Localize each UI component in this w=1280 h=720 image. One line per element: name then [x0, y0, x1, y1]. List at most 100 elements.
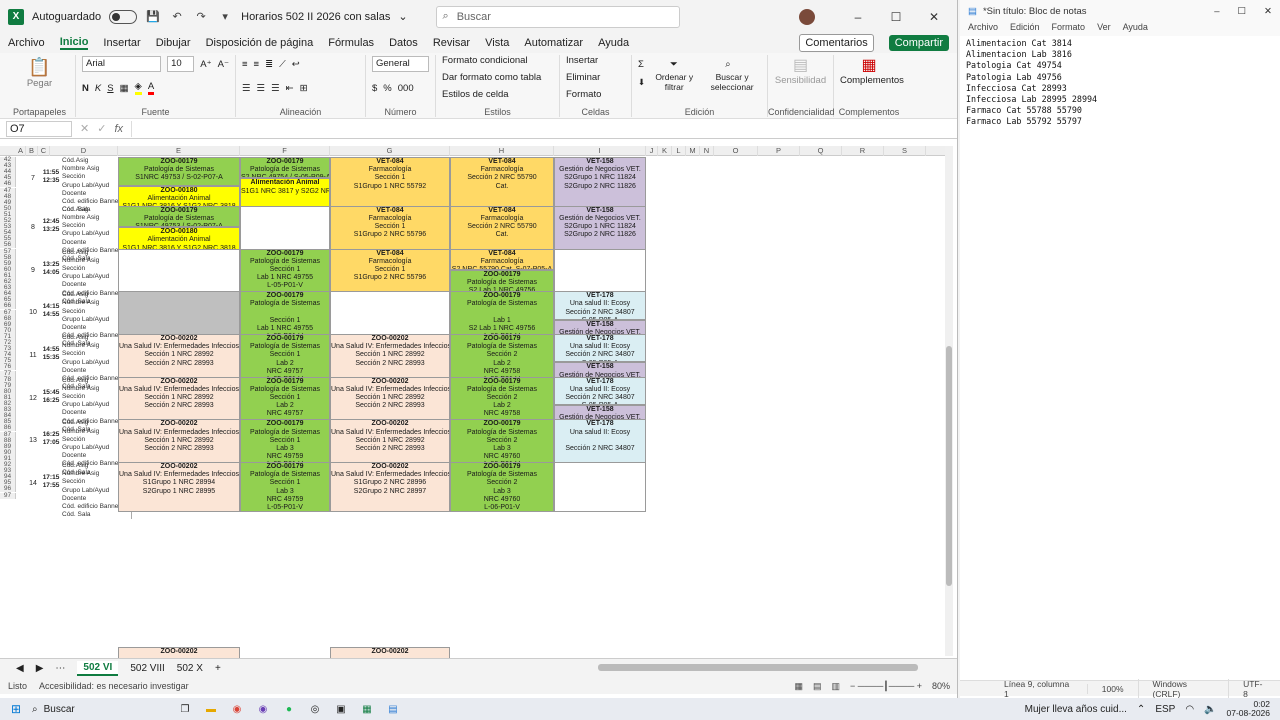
- autosave-toggle[interactable]: [109, 9, 138, 24]
- comma-icon[interactable]: 000: [398, 83, 414, 94]
- column-header[interactable]: I: [554, 146, 646, 156]
- notepad-taskbar-icon[interactable]: ▤: [380, 704, 406, 715]
- schedule-cell[interactable]: VET-178 Una salud II: Ecosy Sección 2 NRC …: [554, 333, 646, 363]
- column-header[interactable]: H: [450, 146, 554, 156]
- column-header[interactable]: P: [758, 146, 800, 156]
- maximize-button[interactable]: ☐: [881, 10, 911, 24]
- schedule-cell[interactable]: ZOO-00179 Patología de Sistemas Sección 2L…: [450, 462, 554, 512]
- chevron-down-icon[interactable]: ⌄: [398, 10, 407, 23]
- menu-disposici-n-de-p-gina[interactable]: Disposición de página: [206, 37, 314, 49]
- sheet-tab[interactable]: 502 VI: [77, 661, 119, 676]
- close-button[interactable]: ✕: [919, 10, 949, 24]
- addins-icon[interactable]: ▦: [840, 55, 898, 75]
- column-header[interactable]: D: [50, 146, 118, 156]
- notepad-menu-item[interactable]: Archivo: [968, 22, 998, 36]
- align-left-icon[interactable]: ☰: [242, 83, 251, 94]
- notepad-menu-item[interactable]: Formato: [1052, 22, 1086, 36]
- sort-filter-button[interactable]: Ordenar y filtrar: [651, 72, 697, 92]
- notepad-menu-item[interactable]: Ver: [1097, 22, 1111, 36]
- italic-icon[interactable]: K: [95, 83, 101, 94]
- normal-view-icon[interactable]: ▦: [794, 681, 803, 692]
- find-icon[interactable]: ⌕: [704, 59, 752, 70]
- schedule-cell[interactable]: VET-178 Una salud II: Ecosy Sección 2 NRC …: [554, 376, 646, 406]
- column-header[interactable]: O: [714, 146, 758, 156]
- paste-icon[interactable]: 📋: [10, 57, 69, 78]
- enter-formula-icon[interactable]: ✓: [97, 122, 106, 135]
- share-button[interactable]: Compartir: [888, 35, 949, 51]
- file-explorer-icon[interactable]: ▬: [198, 704, 224, 715]
- column-header[interactable]: J: [646, 146, 658, 156]
- insert-cells-button[interactable]: Insertar: [566, 55, 625, 72]
- column-header[interactable]: C: [38, 146, 50, 156]
- prev-sheet-icon[interactable]: ◀: [16, 663, 24, 674]
- column-header[interactable]: E: [118, 146, 240, 156]
- language-indicator[interactable]: ESP: [1155, 704, 1175, 715]
- menu-insertar[interactable]: Insertar: [103, 37, 140, 49]
- menu-inicio[interactable]: Inicio: [59, 36, 89, 50]
- notepad-menu-item[interactable]: Edición: [1010, 22, 1040, 36]
- start-icon[interactable]: ⊞: [0, 702, 32, 716]
- fill-icon[interactable]: ⬇: [638, 77, 645, 88]
- format-cells-button[interactable]: Formato: [566, 89, 625, 106]
- align-right-icon[interactable]: ☰: [271, 83, 280, 94]
- grow-font-icon[interactable]: A⁺: [200, 59, 211, 70]
- shrink-font-icon[interactable]: A⁻: [218, 59, 229, 70]
- volume-icon[interactable]: 🔈: [1204, 704, 1216, 715]
- save-icon[interactable]: 💾: [145, 10, 161, 23]
- menu-ayuda[interactable]: Ayuda: [598, 37, 629, 49]
- font-name-select[interactable]: Arial: [82, 56, 162, 72]
- spotify-icon[interactable]: ●: [276, 704, 302, 715]
- column-header[interactable]: K: [658, 146, 672, 156]
- column-header[interactable]: B: [26, 146, 38, 156]
- schedule-cell[interactable]: VET-178 Una salud II: Ecosy Sección 2 NRC …: [554, 291, 646, 320]
- align-top-icon[interactable]: ≡: [242, 59, 248, 70]
- customize-toolbar-icon[interactable]: ▾: [217, 10, 233, 23]
- horizontal-scrollbar[interactable]: [598, 664, 918, 671]
- notepad-minimize-button[interactable]: –: [1214, 6, 1219, 17]
- function-icon[interactable]: fx: [114, 123, 123, 135]
- formula-input[interactable]: [131, 120, 957, 137]
- wifi-icon[interactable]: ◠: [1185, 704, 1194, 715]
- column-header[interactable]: R: [842, 146, 884, 156]
- spreadsheet-grid[interactable]: ABCDEFGHIJKLMNOPQRS 42 43 44 45 46 47 48 49 50 51…: [0, 146, 946, 658]
- column-header[interactable]: S: [884, 146, 926, 156]
- conditional-format-button[interactable]: Formato condicional: [442, 55, 553, 72]
- number-format-select[interactable]: General: [372, 56, 429, 72]
- name-box[interactable]: O7: [6, 120, 72, 137]
- column-header[interactable]: F: [240, 146, 330, 156]
- menu-datos[interactable]: Datos: [389, 37, 418, 49]
- app-icon[interactable]: ◎: [302, 704, 328, 715]
- column-header[interactable]: M: [686, 146, 700, 156]
- schedule-cell[interactable]: [554, 462, 646, 512]
- underline-icon[interactable]: S: [107, 83, 113, 94]
- notepad-maximize-button[interactable]: ☐: [1238, 6, 1247, 17]
- align-middle-icon[interactable]: ≡: [254, 59, 260, 70]
- zoom-slider[interactable]: − ────┃──── +: [850, 681, 922, 692]
- minimize-button[interactable]: –: [843, 10, 873, 24]
- column-header[interactable]: N: [700, 146, 714, 156]
- search-box[interactable]: ⌕ Buscar: [435, 5, 680, 28]
- border-icon[interactable]: ▦: [120, 83, 129, 94]
- schedule-cell[interactable]: ZOO-00202: [330, 647, 450, 658]
- menu-vista[interactable]: Vista: [485, 37, 509, 49]
- sensitivity-button[interactable]: Sensibilidad: [774, 75, 827, 86]
- taskbar-search[interactable]: ⌕ Buscar: [32, 704, 172, 715]
- more-sheets-icon[interactable]: ⋯: [55, 663, 65, 674]
- vertical-scrollbar[interactable]: [945, 146, 953, 656]
- autosum-icon[interactable]: Σ: [638, 59, 644, 70]
- avatar[interactable]: [799, 8, 815, 25]
- task-view-icon[interactable]: ❐: [172, 704, 198, 715]
- schedule-cell[interactable]: VET-084 Farmacología S2 NRC 55790 Cat. S-0…: [450, 248, 554, 270]
- fill-color-icon[interactable]: ◈: [134, 81, 142, 95]
- excel-taskbar-icon[interactable]: ▦: [354, 704, 380, 715]
- orientation-icon[interactable]: ⟋: [279, 59, 286, 70]
- chrome-icon[interactable]: ◉: [224, 704, 250, 715]
- sheet-tab[interactable]: 502 VIII: [130, 663, 164, 674]
- paste-button[interactable]: Pegar: [10, 78, 69, 89]
- comments-button[interactable]: Comentarios: [799, 34, 874, 52]
- schedule-cell[interactable]: ZOO-00202 Una Salud IV: Enfermedades Infe…: [118, 462, 240, 512]
- add-sheet-icon[interactable]: +: [215, 663, 221, 674]
- zoom-level[interactable]: 80%: [932, 681, 950, 691]
- format-as-table-button[interactable]: Dar formato como tabla: [442, 72, 553, 89]
- menu-archivo[interactable]: Archivo: [8, 37, 45, 49]
